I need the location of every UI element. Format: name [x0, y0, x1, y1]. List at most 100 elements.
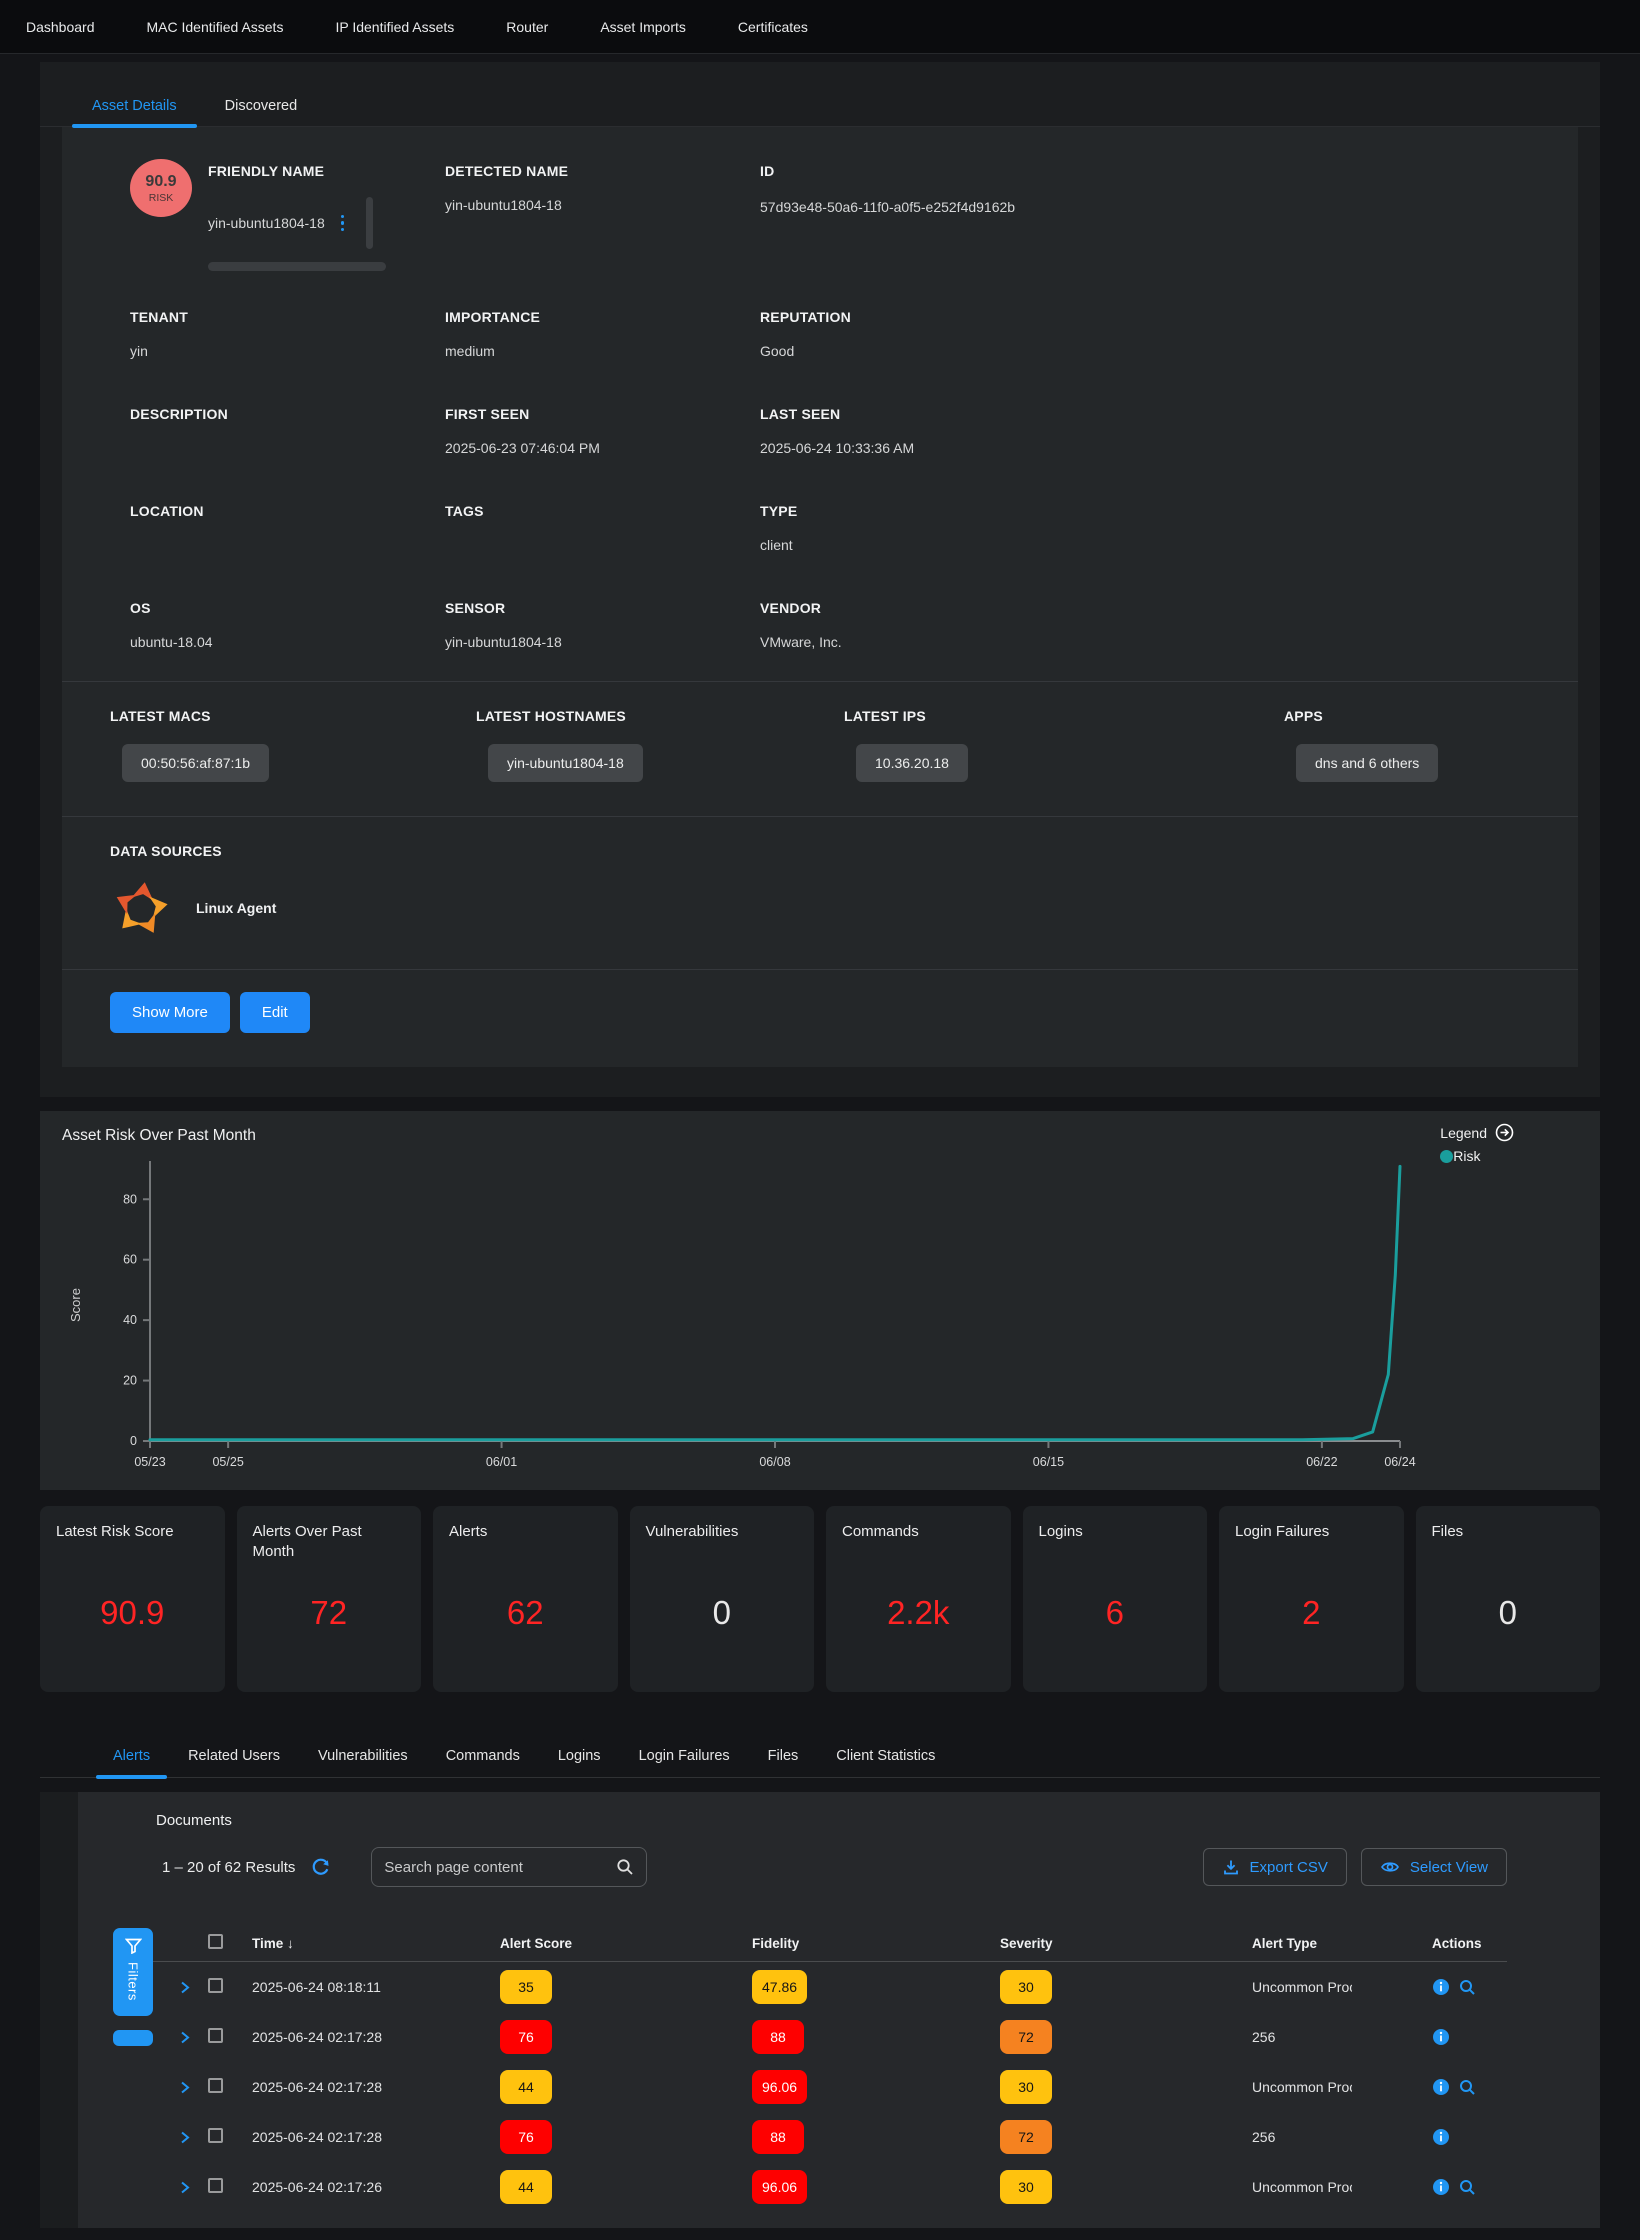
legend-expand-arrow-icon[interactable] — [1495, 1123, 1514, 1142]
show-more-button[interactable]: Show More — [110, 992, 230, 1033]
nav-item-mac-identified-assets[interactable]: MAC Identified Assets — [147, 19, 284, 35]
vertical-scrollbar[interactable] — [366, 197, 373, 249]
table-row: 2025-06-24 02:17:28 76 88 72 256 — [78, 2012, 1507, 2062]
detail-tabs: AlertsRelated UsersVulnerabilitiesComman… — [40, 1738, 1600, 1778]
export-csv-button[interactable]: Export CSV — [1203, 1848, 1347, 1886]
severity-badge: 30 — [1000, 2070, 1052, 2104]
type-label: TYPE — [760, 503, 1530, 519]
header-fidelity[interactable]: Fidelity — [752, 1936, 1000, 1951]
apps-chip[interactable]: dns and 6 others — [1296, 744, 1438, 782]
stat-value: 90.9 — [40, 1594, 225, 1632]
sensor-label: SENSOR — [445, 600, 760, 616]
alert-score-badge: 76 — [500, 2120, 552, 2154]
horizontal-scrollbar[interactable] — [208, 262, 386, 271]
alert-score-badge: 44 — [500, 2070, 552, 2104]
data-source-name: Linux Agent — [196, 900, 276, 916]
expand-chevron-icon[interactable] — [180, 2130, 208, 2145]
expand-chevron-icon[interactable] — [180, 2080, 208, 2095]
info-icon[interactable] — [1432, 2078, 1450, 2096]
legend-risk-label[interactable]: Risk — [1453, 1148, 1480, 1164]
header-severity[interactable]: Severity — [1000, 1936, 1252, 1951]
detail-tab-login-failures[interactable]: Login Failures — [620, 1738, 749, 1777]
select-all-checkbox[interactable] — [208, 1934, 223, 1949]
search-action-icon[interactable] — [1459, 2179, 1476, 2196]
expand-chevron-icon[interactable] — [180, 2030, 208, 2045]
search-input[interactable] — [384, 1859, 616, 1876]
detected-name-label: DETECTED NAME — [445, 163, 760, 179]
filters-tab[interactable]: Filters — [113, 1928, 153, 2016]
table-row: 2025-06-24 02:17:28 44 96.06 30 Uncommon… — [78, 2062, 1507, 2112]
header-alert-type[interactable]: Alert Type — [1252, 1936, 1432, 1951]
header-alert-score[interactable]: Alert Score — [500, 1936, 752, 1951]
detail-tab-vulnerabilities[interactable]: Vulnerabilities — [299, 1738, 427, 1777]
row-checkbox[interactable] — [208, 2178, 223, 2193]
eye-icon — [1380, 1858, 1400, 1876]
info-icon[interactable] — [1432, 2178, 1450, 2196]
svg-text:0: 0 — [130, 1434, 137, 1448]
location-label: LOCATION — [130, 503, 445, 519]
detail-tab-client-statistics[interactable]: Client Statistics — [817, 1738, 954, 1777]
nav-item-dashboard[interactable]: Dashboard — [26, 19, 95, 35]
asset-section: Asset DetailsDiscovered 90.9 RISK FRIEND… — [40, 62, 1600, 1097]
info-icon[interactable] — [1432, 1978, 1450, 1996]
stat-value: 62 — [433, 1594, 618, 1632]
edit-button[interactable]: Edit — [240, 992, 310, 1033]
documents-toolbar: 1 – 20 of 62 Results — [78, 1847, 1507, 1887]
row-time: 2025-06-24 08:18:11 — [252, 1979, 500, 1995]
fidelity-badge: 88 — [752, 2020, 804, 2054]
detail-tab-logins[interactable]: Logins — [539, 1738, 620, 1777]
info-icon[interactable] — [1432, 2128, 1450, 2146]
svg-text:80: 80 — [123, 1192, 137, 1206]
more-options-icon[interactable] — [339, 213, 347, 234]
search-action-icon[interactable] — [1459, 2079, 1476, 2096]
alert-score-badge: 44 — [500, 2170, 552, 2204]
svg-text:Score: Score — [68, 1288, 83, 1322]
collapsed-side-tab[interactable] — [113, 2030, 153, 2046]
detail-tab-related-users[interactable]: Related Users — [169, 1738, 299, 1777]
nav-item-asset-imports[interactable]: Asset Imports — [600, 19, 686, 35]
friendly-name-label: FRIENDLY NAME — [208, 163, 386, 179]
search-action-icon[interactable] — [1459, 1979, 1476, 1996]
nav-item-ip-identified-assets[interactable]: IP Identified Assets — [335, 19, 454, 35]
latest-macs-label: LATEST MACS — [110, 708, 476, 724]
detail-tab-files[interactable]: Files — [749, 1738, 818, 1777]
latest-mac-chip: 00:50:56:af:87:1b — [122, 744, 269, 782]
sort-desc-icon: ↓ — [287, 1936, 294, 1951]
svg-text:60: 60 — [123, 1253, 137, 1267]
nav-item-certificates[interactable]: Certificates — [738, 19, 808, 35]
tenant-value: yin — [130, 343, 445, 360]
row-alert-type: 256 — [1252, 2029, 1352, 2045]
nav-item-router[interactable]: Router — [506, 19, 548, 35]
friendly-name-value: yin-ubuntu1804-18 — [208, 215, 325, 232]
svg-text:06/22: 06/22 — [1306, 1455, 1337, 1469]
first-seen-value: 2025-06-23 07:46:04 PM — [445, 440, 760, 457]
location-value — [130, 537, 445, 554]
search-icon[interactable] — [616, 1858, 634, 1876]
header-time[interactable]: Time ↓ — [252, 1936, 500, 1951]
top-nav: Dashboard MAC Identified Assets IP Identif… — [0, 0, 1640, 54]
detail-tab-commands[interactable]: Commands — [427, 1738, 539, 1777]
row-checkbox[interactable] — [208, 2128, 223, 2143]
expand-chevron-icon[interactable] — [180, 2180, 208, 2195]
stat-card-files: Files 0 — [1416, 1506, 1601, 1692]
linux-agent-starburst-icon — [110, 877, 172, 939]
search-box — [371, 1847, 647, 1887]
row-checkbox[interactable] — [208, 2078, 223, 2093]
row-actions — [1432, 2028, 1507, 2046]
select-view-button[interactable]: Select View — [1361, 1848, 1507, 1886]
row-time: 2025-06-24 02:17:28 — [252, 2079, 500, 2095]
info-icon[interactable] — [1432, 2028, 1450, 2046]
detail-tab-alerts[interactable]: Alerts — [94, 1738, 169, 1777]
fidelity-badge: 96.06 — [752, 2070, 807, 2104]
tab-asset-details[interactable]: Asset Details — [68, 88, 201, 126]
latest-hostnames-label: LATEST HOSTNAMES — [476, 708, 844, 724]
tab-discovered[interactable]: Discovered — [201, 88, 322, 126]
expand-chevron-icon[interactable] — [180, 1980, 208, 1995]
refresh-icon[interactable] — [311, 1857, 331, 1877]
svg-text:05/25: 05/25 — [212, 1455, 243, 1469]
row-time: 2025-06-24 02:17:28 — [252, 2129, 500, 2145]
results-count: 1 – 20 of 62 Results — [162, 1859, 295, 1876]
table-body: 2025-06-24 08:18:11 35 47.86 30 Uncommon… — [78, 1962, 1507, 2212]
row-checkbox[interactable] — [208, 1978, 223, 1993]
row-checkbox[interactable] — [208, 2028, 223, 2043]
